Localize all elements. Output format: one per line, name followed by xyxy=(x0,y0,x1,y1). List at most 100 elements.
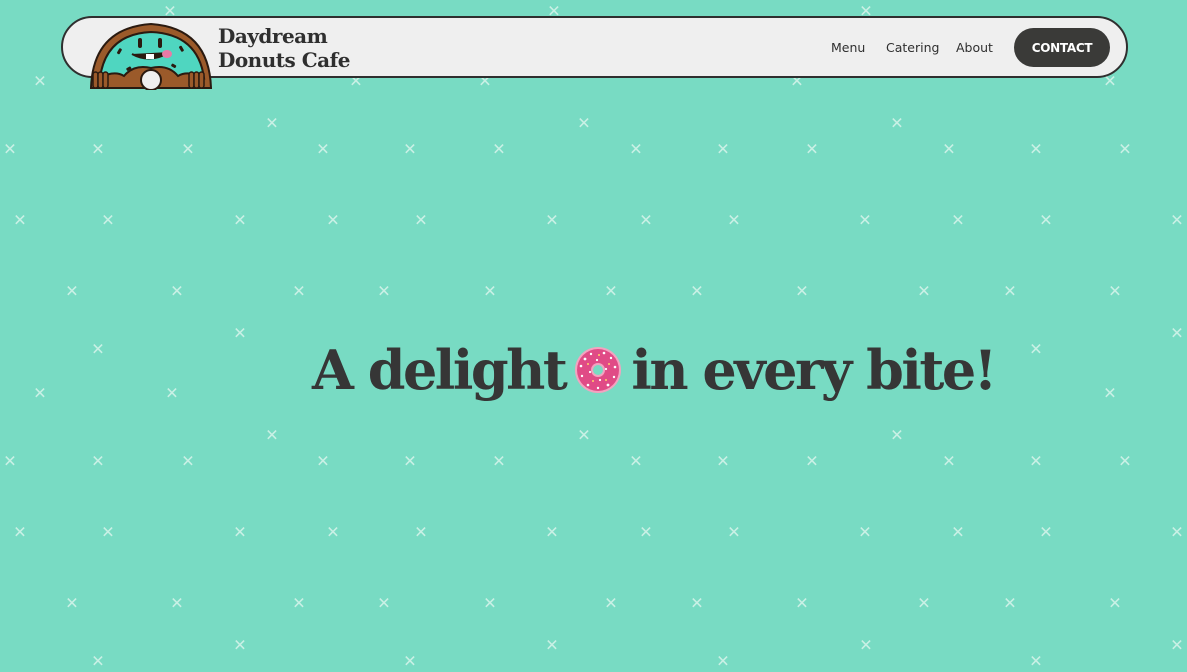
background-cross-icon: ✕ xyxy=(951,523,964,542)
hero-headline: A delight in every bite! xyxy=(312,330,997,410)
background-cross-icon: ✕ xyxy=(690,594,703,613)
background-cross-icon: ✕ xyxy=(1039,211,1052,230)
contact-button[interactable]: CONTACT xyxy=(1014,28,1110,67)
nav-link-about[interactable]: About xyxy=(956,40,993,55)
background-cross-icon: ✕ xyxy=(1029,340,1042,359)
background-cross-icon: ✕ xyxy=(233,523,246,542)
background-cross-icon: ✕ xyxy=(942,452,955,471)
background-cross-icon: ✕ xyxy=(377,594,390,613)
background-cross-icon: ✕ xyxy=(1118,452,1131,471)
background-cross-icon: ✕ xyxy=(403,652,416,671)
background-cross-icon: ✕ xyxy=(101,211,114,230)
background-cross-icon: ✕ xyxy=(265,426,278,445)
background-cross-icon: ✕ xyxy=(1029,140,1042,159)
background-cross-icon: ✕ xyxy=(577,114,590,133)
background-cross-icon: ✕ xyxy=(292,594,305,613)
background-cross-icon: ✕ xyxy=(492,140,505,159)
background-cross-icon: ✕ xyxy=(545,636,558,655)
background-cross-icon: ✕ xyxy=(3,452,16,471)
background-cross-icon: ✕ xyxy=(265,114,278,133)
background-cross-icon: ✕ xyxy=(639,211,652,230)
background-cross-icon: ✕ xyxy=(727,211,740,230)
background-cross-icon: ✕ xyxy=(101,523,114,542)
background-cross-icon: ✕ xyxy=(414,523,427,542)
background-cross-icon: ✕ xyxy=(1118,140,1131,159)
background-cross-icon: ✕ xyxy=(1170,636,1183,655)
background-cross-icon: ✕ xyxy=(727,523,740,542)
background-cross-icon: ✕ xyxy=(639,523,652,542)
background-cross-icon: ✕ xyxy=(65,594,78,613)
background-cross-icon: ✕ xyxy=(795,594,808,613)
background-cross-icon: ✕ xyxy=(1003,282,1016,301)
background-cross-icon: ✕ xyxy=(483,282,496,301)
background-cross-icon: ✕ xyxy=(233,324,246,343)
background-cross-icon: ✕ xyxy=(604,594,617,613)
background-cross-icon: ✕ xyxy=(858,211,871,230)
background-cross-icon: ✕ xyxy=(403,452,416,471)
background-cross-icon: ✕ xyxy=(917,282,930,301)
background-cross-icon: ✕ xyxy=(316,452,329,471)
background-cross-icon: ✕ xyxy=(716,652,729,671)
background-cross-icon: ✕ xyxy=(292,282,305,301)
background-cross-icon: ✕ xyxy=(326,211,339,230)
background-cross-icon: ✕ xyxy=(170,594,183,613)
background-cross-icon: ✕ xyxy=(629,452,642,471)
background-cross-icon: ✕ xyxy=(13,211,26,230)
background-cross-icon: ✕ xyxy=(690,282,703,301)
background-cross-icon: ✕ xyxy=(1003,594,1016,613)
hero-headline-part2: in every bite! xyxy=(631,338,997,402)
background-cross-icon: ✕ xyxy=(403,140,416,159)
background-cross-icon: ✕ xyxy=(181,140,194,159)
donut-mascot-icon xyxy=(89,22,213,90)
background-cross-icon: ✕ xyxy=(1039,523,1052,542)
background-cross-icon: ✕ xyxy=(33,72,46,91)
background-cross-icon: ✕ xyxy=(65,282,78,301)
background-cross-icon: ✕ xyxy=(91,452,104,471)
background-cross-icon: ✕ xyxy=(233,636,246,655)
pink-sprinkle-donut-icon xyxy=(575,347,622,393)
background-cross-icon: ✕ xyxy=(181,452,194,471)
background-cross-icon: ✕ xyxy=(33,384,46,403)
background-cross-icon: ✕ xyxy=(942,140,955,159)
background-cross-icon: ✕ xyxy=(577,426,590,445)
background-cross-icon: ✕ xyxy=(233,211,246,230)
background-cross-icon: ✕ xyxy=(3,140,16,159)
background-cross-icon: ✕ xyxy=(951,211,964,230)
background-cross-icon: ✕ xyxy=(165,384,178,403)
background-cross-icon: ✕ xyxy=(170,282,183,301)
background-cross-icon: ✕ xyxy=(91,652,104,671)
background-cross-icon: ✕ xyxy=(91,340,104,359)
brand-name-line1: Daydream xyxy=(218,24,328,48)
background-cross-icon: ✕ xyxy=(1108,282,1121,301)
background-cross-icon: ✕ xyxy=(795,282,808,301)
background-cross-icon: ✕ xyxy=(1029,452,1042,471)
nav-link-catering[interactable]: Catering xyxy=(886,40,939,55)
background-cross-icon: ✕ xyxy=(858,523,871,542)
nav-link-menu[interactable]: Menu xyxy=(831,40,865,55)
background-cross-icon: ✕ xyxy=(890,426,903,445)
background-cross-icon: ✕ xyxy=(483,594,496,613)
background-cross-icon: ✕ xyxy=(1170,324,1183,343)
background-cross-icon: ✕ xyxy=(1170,211,1183,230)
background-cross-icon: ✕ xyxy=(805,140,818,159)
brand-name-line2: Donuts Cafe xyxy=(218,48,350,72)
background-cross-icon: ✕ xyxy=(1103,384,1116,403)
background-cross-icon: ✕ xyxy=(326,523,339,542)
background-cross-icon: ✕ xyxy=(890,114,903,133)
background-cross-icon: ✕ xyxy=(716,452,729,471)
background-cross-icon: ✕ xyxy=(13,523,26,542)
background-cross-icon: ✕ xyxy=(91,140,104,159)
background-cross-icon: ✕ xyxy=(492,452,505,471)
background-cross-icon: ✕ xyxy=(805,452,818,471)
background-cross-icon: ✕ xyxy=(1170,523,1183,542)
background-cross-icon: ✕ xyxy=(545,211,558,230)
background-cross-icon: ✕ xyxy=(377,282,390,301)
background-cross-icon: ✕ xyxy=(629,140,642,159)
background-cross-icon: ✕ xyxy=(545,523,558,542)
background-cross-icon: ✕ xyxy=(716,140,729,159)
background-cross-icon: ✕ xyxy=(1108,594,1121,613)
brand-name[interactable]: Daydream Donuts Cafe xyxy=(218,24,350,72)
background-cross-icon: ✕ xyxy=(604,282,617,301)
hero-headline-part1: A delight xyxy=(312,338,568,402)
background-cross-icon: ✕ xyxy=(859,636,872,655)
